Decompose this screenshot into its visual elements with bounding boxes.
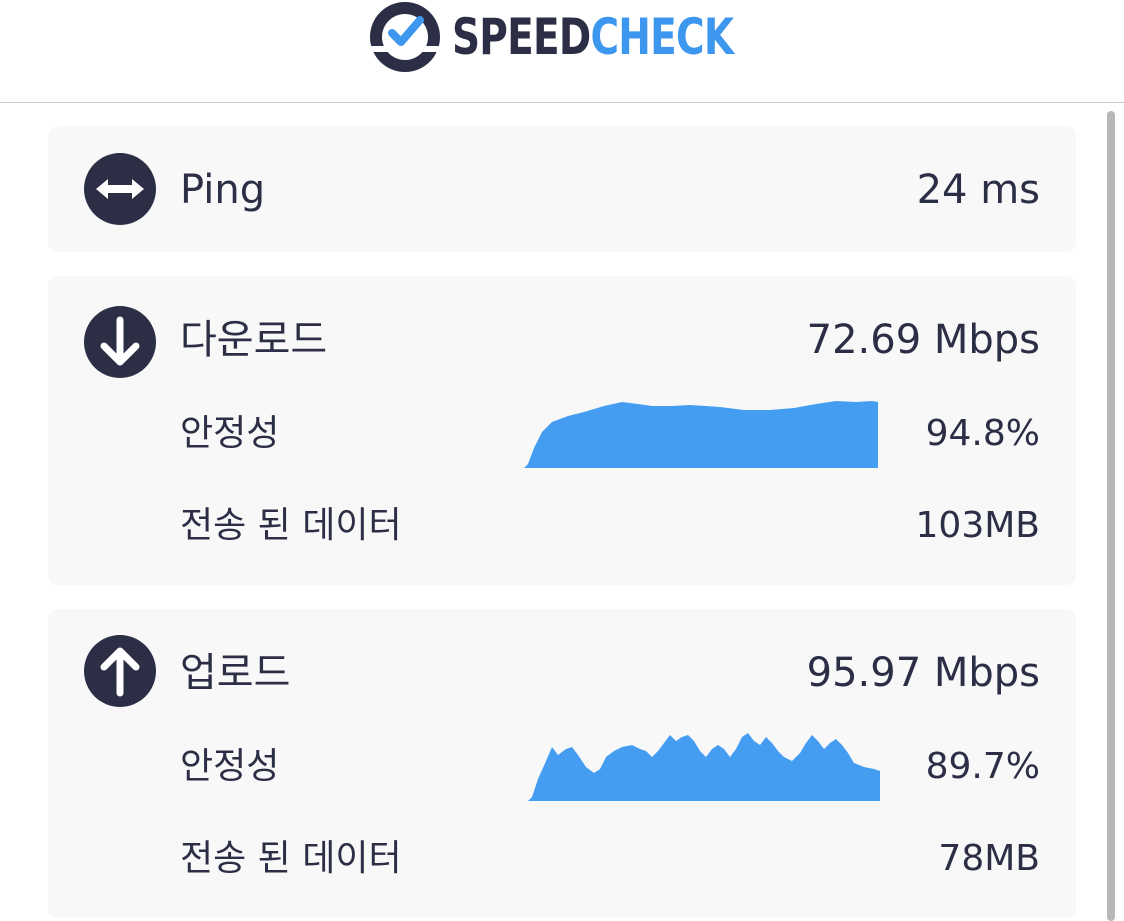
down-arrow-icon (84, 306, 156, 378)
upload-stability-label: 안정성 (180, 746, 280, 787)
upload-stability-value: 89.7% (925, 746, 1040, 787)
download-label: 다운로드 (180, 317, 328, 363)
download-stability-value: 94.8% (925, 413, 1040, 454)
upload-speed-value: 95.97 Mbps (806, 650, 1040, 696)
download-card: 다운로드 72.69 Mbps 안정성 94.8% 전송 된 데이터 103MB (48, 276, 1076, 585)
up-arrow-icon (84, 635, 156, 707)
logo-wordmark: SPEEDCHECK (452, 8, 734, 66)
upload-stability-sparkline (528, 733, 880, 801)
app-header: SPEEDCHECK (0, 0, 1124, 103)
download-data-value: 103MB (915, 505, 1040, 546)
upload-card: 업로드 95.97 Mbps 안정성 89.7% 전송 된 데이터 78MB (48, 609, 1076, 918)
download-data-label: 전송 된 데이터 (180, 505, 402, 546)
ping-card: Ping 24 ms (48, 126, 1076, 252)
download-stability-sparkline (524, 401, 878, 468)
speedometer-check-icon (368, 2, 442, 72)
ping-label: Ping (180, 167, 266, 213)
vertical-scrollbar[interactable] (1107, 111, 1115, 921)
download-sparkline-area (524, 401, 878, 468)
download-stability-label: 안정성 (180, 413, 280, 454)
speedcheck-logo[interactable]: SPEEDCHECK (368, 0, 813, 74)
ping-value: 24 ms (916, 167, 1040, 213)
upload-sparkline-area (528, 733, 880, 801)
logo-speed-text: SPEED (452, 8, 591, 66)
upload-label: 업로드 (180, 650, 291, 696)
left-right-arrow-icon (84, 153, 156, 225)
upload-data-value: 78MB (938, 838, 1040, 879)
upload-data-label: 전송 된 데이터 (180, 838, 402, 879)
logo-check-text: CHECK (590, 8, 734, 66)
download-speed-value: 72.69 Mbps (806, 317, 1040, 363)
